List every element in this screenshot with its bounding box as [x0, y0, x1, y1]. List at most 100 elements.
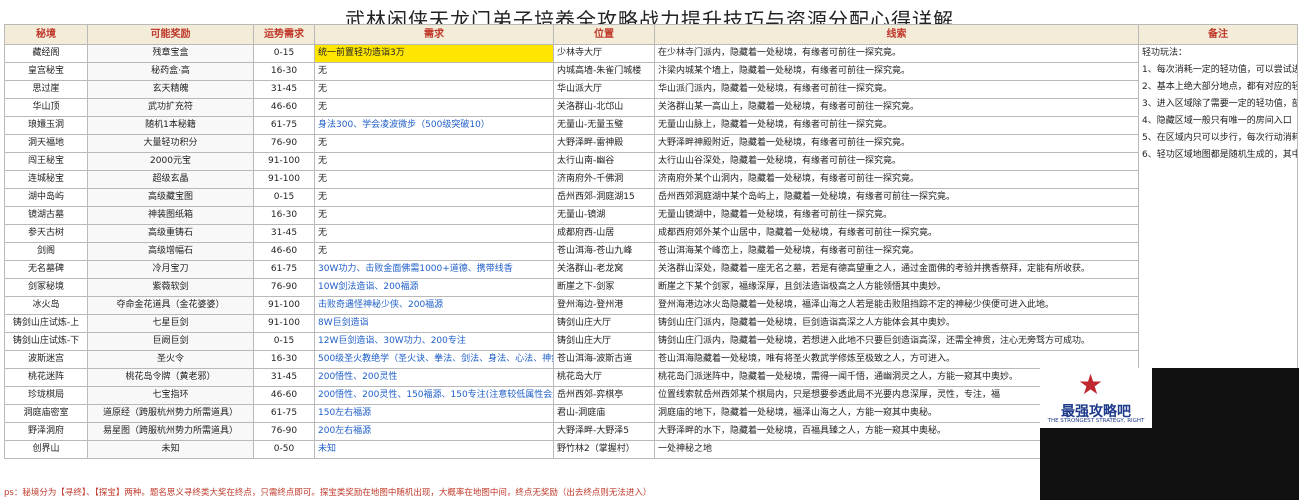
realm-name: 波斯迷宫 — [4, 350, 88, 369]
location: 内城高墙-朱雀门城楼 — [553, 62, 655, 81]
header-row: 秘境 可能奖励 运势需求 需求 位置 线索 备注 — [4, 24, 1298, 45]
luck-requirement: 46-60 — [253, 98, 315, 117]
condition: 无 — [314, 134, 554, 153]
location: 成都府西-山居 — [553, 224, 655, 243]
reward: 桃花岛令牌（黄老邪） — [87, 368, 254, 387]
clue: 无量山山脉上，隐藏着一处秘境，有缘者可前往一探究竟。 — [654, 116, 1139, 135]
luck-requirement: 16-30 — [253, 206, 315, 225]
condition: 无 — [314, 152, 554, 171]
clue: 关洛群山某一高山上，隐藏着一处秘境，有缘者可前往一探究竟。 — [654, 98, 1139, 117]
condition: 击败奇遇怪神秘少侠、200福源 — [314, 296, 554, 315]
clue: 汴梁内城某个墙上，隐藏着一处秘境，有缘者可前往一探究竟。 — [654, 62, 1139, 81]
reward: 大量轻功积分 — [87, 134, 254, 153]
condition: 200悟性、200灵性 — [314, 368, 554, 387]
clue: 太行山山谷深处，隐藏着一处秘境，有缘者可前往一探究竟。 — [654, 152, 1139, 171]
column-header: 秘境 — [4, 24, 88, 45]
luck-requirement: 76-90 — [253, 134, 315, 153]
star-logo-icon: ★ — [1078, 368, 1104, 401]
table-row: 剑阁 高级增幅石 46-60 无苍山洱海-苍山九峰 苍山洱海某个峰峦上，隐藏着一处秘境，… — [4, 242, 1298, 261]
column-header: 可能奖励 — [87, 24, 254, 45]
clue: 无量山镜湖中，隐藏着一处秘境，有缘者可前往一探究竟。 — [654, 206, 1139, 225]
clue: 苍山洱海某个峰峦上，隐藏着一处秘境，有缘者可前往一探究竟。 — [654, 242, 1139, 261]
realm-name: 湖中岛屿 — [4, 188, 88, 207]
location: 无量山-镜湖 — [553, 206, 655, 225]
reward: 夺命金花道具（金花婆婆） — [87, 296, 254, 315]
luck-requirement: 91-100 — [253, 170, 315, 189]
luck-requirement: 16-30 — [253, 62, 315, 81]
reward: 随机1本秘籍 — [87, 116, 254, 135]
location: 关洛群山-老龙窝 — [553, 260, 655, 279]
condition: 无 — [314, 242, 554, 261]
condition: 无 — [314, 98, 554, 117]
reward: 秘药盒·高 — [87, 62, 254, 81]
reward: 冷月宝刀 — [87, 260, 254, 279]
realm-name: 洞庭庙密室 — [4, 404, 88, 423]
table-row: 琅嬛玉洞 随机1本秘籍 61-75 身法300、学会凌波微步（500级突破10） 无量山… — [4, 116, 1298, 135]
reward: 易星图（跨服杭州势力所需道具） — [87, 422, 254, 441]
condition: 150左右福源 — [314, 404, 554, 423]
location: 苍山洱海-苍山九峰 — [553, 242, 655, 261]
condition: 身法300、学会凌波微步（500级突破10） — [314, 116, 554, 135]
table-row: 洞天福地 大量轻功积分 76-90 无大野泽畔-雷神殿 大野泽畔神殿附近，隐藏着一处秘境… — [4, 134, 1298, 153]
luck-requirement: 0-15 — [253, 332, 315, 351]
reward: 未知 — [87, 440, 254, 459]
condition: 无 — [314, 62, 554, 81]
table-row: 连城秘宝 超级玄晶 91-100 无济南府外-千佛洞 济南府外某个山洞内，隐藏着一处秘境… — [4, 170, 1298, 189]
table-row: 铸剑山庄试炼-下 巨阙巨剑 0-15 12W巨剑造诣、30W功力、200专注 铸剑山庄大… — [4, 332, 1298, 351]
location: 济南府外-千佛洞 — [553, 170, 655, 189]
realm-name: 冰火岛 — [4, 296, 88, 315]
logo-subtitle: THE STRONGEST STRATEGY, RIGHT — [1047, 418, 1145, 424]
condition: 无 — [314, 80, 554, 99]
condition: 统一前置轻功造诣3万 — [314, 44, 554, 63]
column-header: 线索 — [654, 24, 1139, 45]
table-row: 思过崖 玄天精魄 31-45 无华山派大厅 华山派门派内，隐藏着一处秘境，有缘者可前往一… — [4, 80, 1298, 99]
reward: 神装图纸箱 — [87, 206, 254, 225]
luck-requirement: 46-60 — [253, 386, 315, 405]
luck-requirement: 46-60 — [253, 242, 315, 261]
realm-name: 连城秘宝 — [4, 170, 88, 189]
note-line: 1、每次消耗一定的轻功值，可以尝试进入当前地点的隐藏区域。 — [1142, 65, 1297, 75]
note-line: 3、进入区域除了需要一定的轻功值，部分区域还可能需要满足某些条件，及一定的运气（… — [1142, 99, 1297, 109]
location: 大野泽畔-大野泽5 — [553, 422, 655, 441]
realm-name: 华山顶 — [4, 98, 88, 117]
luck-requirement: 91-100 — [253, 296, 315, 315]
clue: 在少林寺门派内，隐藏着一处秘境，有缘者可前往一探究竟。 — [654, 44, 1139, 63]
location: 君山-洞庭庙 — [553, 404, 655, 423]
location: 铸剑山庄大厅 — [553, 314, 655, 333]
location: 野竹林2（掌握村） — [553, 440, 655, 459]
realm-name: 皇宫秘宝 — [4, 62, 88, 81]
table-row: 湖中岛屿 高级藏宝图 0-15 无岳州西郊-洞庭湖15 岳州西郊洞庭湖中某个岛屿上，隐藏… — [4, 188, 1298, 207]
clue: 成都西府郊外某个山居中，隐藏着一处秘境，有缘者可前往一探究竟。 — [654, 224, 1139, 243]
reward: 道原经（跨服杭州势力所需道具） — [87, 404, 254, 423]
reward: 2000元宝 — [87, 152, 254, 171]
table-row: 闯王秘宝 2000元宝 91-100 无太行山南-幽谷 太行山山谷深处，隐藏着一处秘境，… — [4, 152, 1298, 171]
reward: 武功扩充符 — [87, 98, 254, 117]
luck-requirement: 31-45 — [253, 80, 315, 99]
realm-name: 思过崖 — [4, 80, 88, 99]
realm-name: 铸剑山庄试炼-上 — [4, 314, 88, 333]
clue: 断崖之下某个剑冢，福缘深厚，且剑法造诣极高之人方能领悟其中奥妙。 — [654, 278, 1139, 297]
luck-requirement: 91-100 — [253, 314, 315, 333]
realm-name: 珍珑棋局 — [4, 386, 88, 405]
luck-requirement: 31-45 — [253, 224, 315, 243]
clue: 铸剑山庄门派内，隐藏着一处秘境，若想进入此地不只要巨剑造诣高深，还需全神贯，注心… — [654, 332, 1139, 351]
table-row: 藏经阁 残章宝盒 0-15 统一前置轻功造诣3万 少林寺大厅 在少林寺门派内，隐藏着一处秘… — [4, 44, 1298, 459]
location: 岳州西郊-洞庭湖15 — [553, 188, 655, 207]
location: 登州海边-登州港 — [553, 296, 655, 315]
condition: 10W剑法造诣、200福源 — [314, 278, 554, 297]
condition: 无 — [314, 170, 554, 189]
note-line: 2、基本上绝大部分地点，都有对应的轻功隐藏区域。 — [1142, 82, 1298, 92]
note-line: 4、隐藏区域一般只有唯一的房间入口（至于游戏中有哪些隐藏轻功区域，基本都在此处的… — [1142, 116, 1297, 126]
realm-name: 剑冢秘境 — [4, 278, 88, 297]
realm-name: 剑阁 — [4, 242, 88, 261]
table-row: 剑冢秘境 紫薇软剑 76-90 10W剑法造诣、200福源 断崖之下-剑冢 断崖之下某个剑… — [4, 278, 1298, 297]
reward: 巨阙巨剑 — [87, 332, 254, 351]
location: 铸剑山庄大厅 — [553, 332, 655, 351]
reward: 高级藏宝图 — [87, 188, 254, 207]
reward: 高级重铸石 — [87, 224, 254, 243]
column-header: 备注 — [1138, 24, 1298, 45]
location: 断崖之下-剑冢 — [553, 278, 655, 297]
table-row: 冰火岛 夺命金花道具（金花婆婆） 91-100 击败奇遇怪神秘少侠、200福源 登州海边… — [4, 296, 1298, 315]
location: 桃花岛大厅 — [553, 368, 655, 387]
reward: 高级增幅石 — [87, 242, 254, 261]
